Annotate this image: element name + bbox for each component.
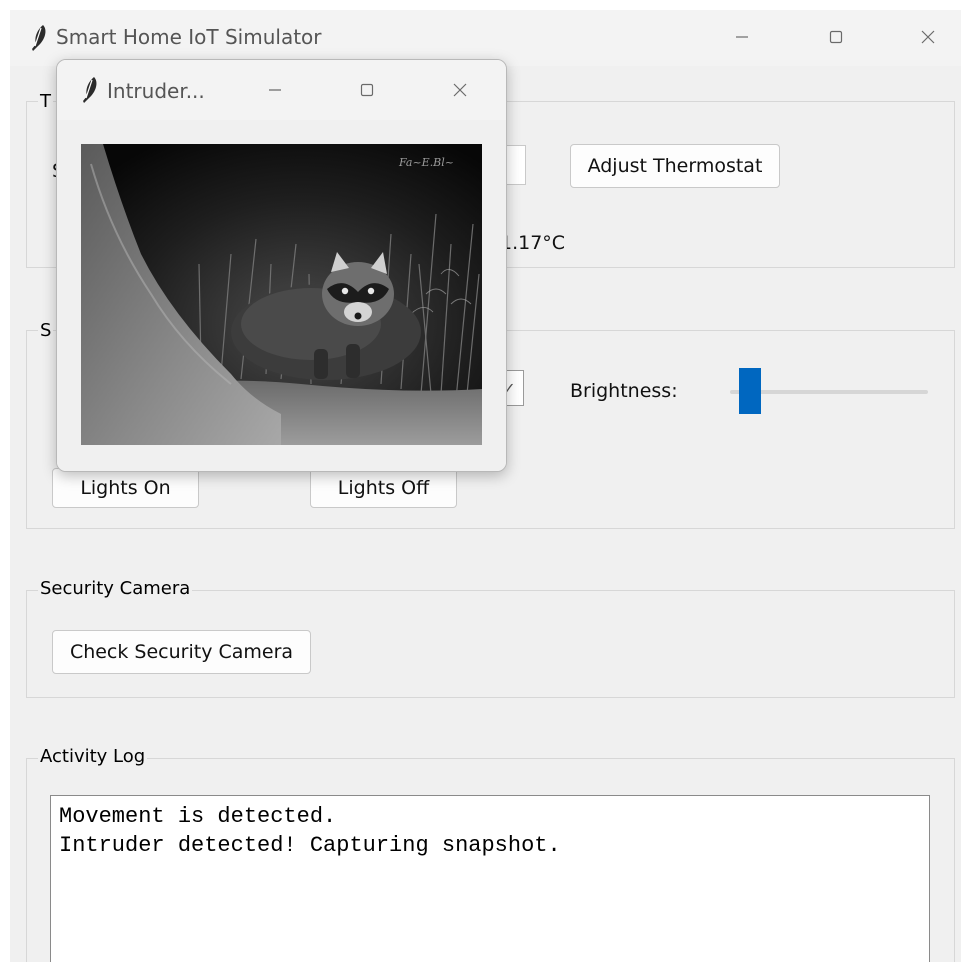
popup-maximize-button[interactable] bbox=[347, 75, 387, 105]
lights-off-button[interactable]: Lights Off bbox=[310, 468, 457, 508]
thermostat-group-label: T bbox=[38, 91, 53, 113]
lights-group-label: S bbox=[38, 320, 54, 342]
lights-on-button[interactable]: Lights On bbox=[52, 468, 199, 508]
svg-text:Fa~E.Bl~: Fa~E.Bl~ bbox=[398, 156, 454, 169]
check-security-camera-button[interactable]: Check Security Camera bbox=[52, 630, 311, 674]
intruder-snapshot-image: Fa~E.Bl~ bbox=[81, 144, 482, 445]
close-icon bbox=[921, 30, 935, 44]
window-title: Smart Home IoT Simulator bbox=[56, 25, 322, 49]
brightness-slider-thumb[interactable] bbox=[738, 368, 761, 414]
maximize-button[interactable] bbox=[816, 22, 856, 52]
brightness-label: Brightness: bbox=[570, 380, 678, 402]
feather-app-icon bbox=[83, 77, 97, 103]
security-camera-group-label: Security Camera bbox=[38, 578, 193, 600]
close-icon bbox=[453, 83, 467, 97]
minimize-icon bbox=[269, 89, 281, 91]
adjust-thermostat-button[interactable]: Adjust Thermostat bbox=[570, 144, 780, 188]
popup-title: Intruder... bbox=[107, 79, 205, 103]
minimize-button[interactable] bbox=[722, 22, 762, 52]
log-line: Intruder detected! Capturing snapshot. bbox=[59, 833, 561, 858]
minimize-icon bbox=[736, 36, 748, 38]
feather-app-icon bbox=[32, 25, 46, 51]
popup-title-bar[interactable]: Intruder... bbox=[57, 60, 506, 120]
maximize-icon bbox=[360, 83, 374, 97]
title-bar[interactable]: Smart Home IoT Simulator bbox=[10, 10, 961, 66]
activity-log-group-label: Activity Log bbox=[38, 746, 148, 768]
intruder-popup-window: Intruder... Fa~E.Bl~ bbox=[56, 59, 507, 472]
activity-log-textbox[interactable]: Movement is detected. Intruder detected!… bbox=[50, 795, 930, 962]
log-line: Movement is detected. bbox=[59, 804, 337, 829]
popup-minimize-button[interactable] bbox=[255, 75, 295, 105]
maximize-icon bbox=[829, 30, 843, 44]
popup-close-button[interactable] bbox=[440, 75, 480, 105]
current-temperature: 1.17°C bbox=[500, 232, 566, 254]
close-button[interactable] bbox=[908, 22, 948, 52]
